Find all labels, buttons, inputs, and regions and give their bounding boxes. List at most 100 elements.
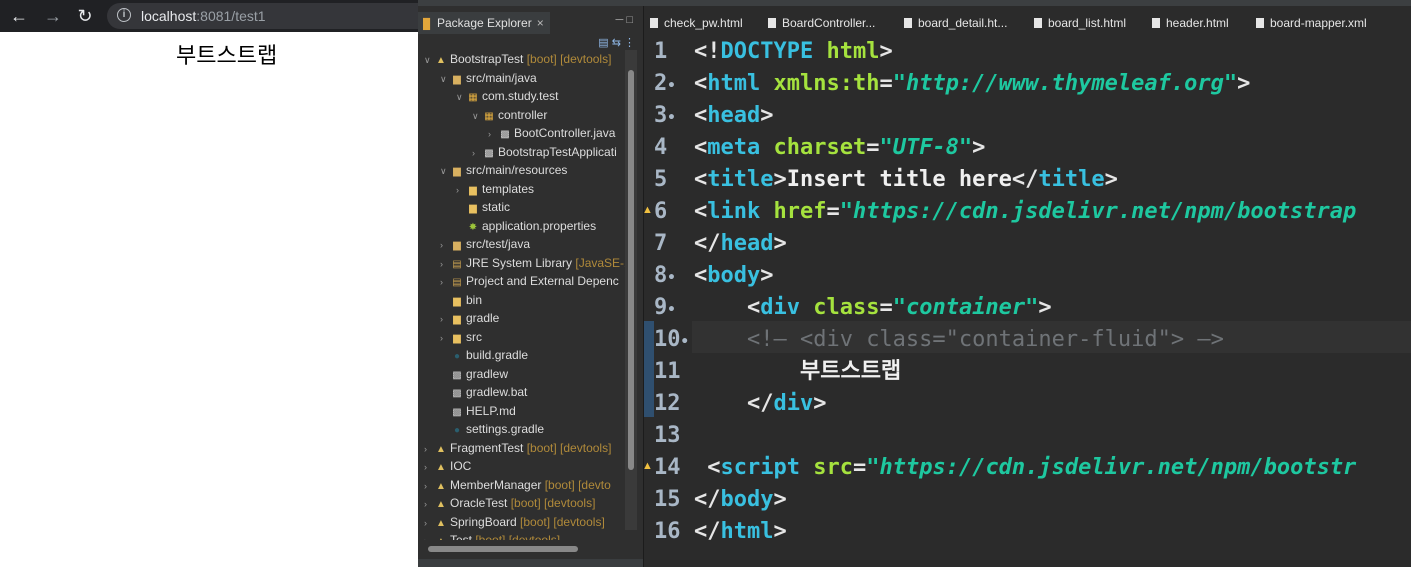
tree-item[interactable]: › ▆ gradle	[440, 309, 499, 327]
chevron-down-icon[interactable]: ∨	[456, 88, 466, 106]
file-icon	[1152, 18, 1160, 28]
chevron-right-icon[interactable]: ›	[424, 495, 434, 513]
code-line-5: <title>Insert title here</title>	[694, 167, 1118, 192]
tree-item[interactable]: › ▤ Project and External Depenc	[440, 272, 619, 290]
project-icon: ▲	[436, 55, 446, 66]
forward-arrow-icon[interactable]: →	[42, 5, 64, 27]
url-text: localhost:8081/test1	[141, 8, 266, 24]
bottom-panel-tab	[418, 559, 643, 567]
tab-board-list[interactable]: board_list.html	[1034, 14, 1126, 32]
tree-item[interactable]: ▆ bin	[440, 291, 482, 309]
chevron-right-icon[interactable]: ›	[424, 477, 434, 495]
chevron-right-icon[interactable]: ›	[440, 329, 450, 347]
chevron-right-icon[interactable]: ›	[472, 144, 482, 162]
tab-board-mapper[interactable]: board-mapper.xml	[1256, 14, 1367, 32]
chevron-right-icon[interactable]: ›	[440, 255, 450, 273]
line-number: 10•	[654, 327, 689, 352]
package-explorer-icon: █	[423, 19, 431, 30]
chevron-right-icon[interactable]: ›	[424, 514, 434, 532]
tree-item[interactable]: › ▤ JRE System Library [JavaSE-1	[440, 254, 626, 272]
tree-item-label: bin	[466, 292, 483, 307]
tab-check-pw[interactable]: check_pw.html	[650, 14, 743, 32]
folder-icon: ▆	[453, 295, 461, 307]
tree-item[interactable]: › ▲ MemberManager [boot] [devto	[424, 476, 611, 494]
file-icon	[650, 18, 658, 28]
tab-board-detail[interactable]: board_detail.ht...	[904, 14, 1007, 32]
warning-icon[interactable]: ▲	[644, 204, 654, 216]
tree-item[interactable]: ▩ gradlew.bat	[440, 383, 527, 401]
java-file-icon: ▩	[500, 129, 510, 140]
chevron-right-icon[interactable]: ›	[440, 310, 450, 328]
line-number: 14	[654, 455, 681, 480]
tree-item[interactable]: ∨ ▆ src/main/java	[440, 69, 537, 87]
folder-icon: ▆	[453, 332, 461, 344]
code-editor[interactable]: 1 2• 3• 4 5 6 7 8• 9• 10• 11 12 13 14 15…	[644, 36, 1411, 567]
tree-item[interactable]: › ▩ BootController.java	[488, 124, 615, 142]
tree-item[interactable]: ✸ application.properties	[456, 217, 596, 235]
tree-item-label: src	[466, 329, 482, 344]
package-explorer-tab[interactable]: █ Package Explorer ×	[418, 12, 550, 34]
tree-item-label: Test	[450, 533, 473, 540]
line-number: 15	[654, 487, 681, 512]
tree-item-label: application.properties	[482, 218, 597, 233]
page-heading: 부트스트랩	[176, 43, 278, 68]
tree-item[interactable]: ›▲Test [boot] [devtools]	[424, 531, 560, 540]
collapse-all-icon[interactable]: ▤ ⇆ ⋮	[598, 36, 635, 49]
tree-item[interactable]: ▩ gradlew	[440, 365, 508, 383]
tree-item[interactable]: ● settings.gradle	[440, 420, 544, 438]
info-icon[interactable]: i	[117, 8, 131, 22]
chevron-down-icon[interactable]: ∨	[440, 70, 450, 88]
line-number: 5	[654, 167, 668, 192]
chevron-right-icon[interactable]: ›	[440, 273, 450, 291]
minimize-maximize-icon[interactable]: ─ □	[616, 14, 634, 26]
tree-item-label: build.gradle	[466, 348, 529, 362]
tab-board-controller[interactable]: BoardController...	[768, 14, 875, 32]
tab-header[interactable]: header.html	[1152, 14, 1229, 32]
tree-item[interactable]: › ▲ IOC	[424, 457, 471, 475]
reload-icon[interactable]: ↻	[74, 5, 96, 27]
chevron-right-icon[interactable]: ›	[440, 236, 450, 254]
chevron-down-icon[interactable]: ∨	[440, 162, 450, 180]
chevron-down-icon[interactable]: ∨	[472, 107, 482, 125]
tree-item-decoration: [boot] [devtools]	[523, 440, 612, 455]
horizontal-scrollbar[interactable]	[428, 546, 578, 552]
vertical-scrollbar[interactable]	[625, 50, 637, 530]
tree-item[interactable]: ∨ ▦ com.study.test	[456, 87, 558, 105]
tree-item-decoration: [boot] [devtools]	[472, 533, 561, 540]
chevron-right-icon[interactable]: ›	[424, 532, 434, 540]
tree-item-label: gradlew	[466, 366, 509, 381]
chevron-down-icon[interactable]: ∨	[424, 51, 434, 69]
address-bar[interactable]: i localhost:8081/test1	[107, 3, 418, 29]
tree-item[interactable]: ∨ ▲ BootstrapTest [boot] [devtools]	[424, 50, 611, 68]
tree-item-label: gradle	[466, 311, 500, 325]
tree-item[interactable]: › ▲ OracleTest [boot] [devtools]	[424, 494, 595, 512]
chevron-right-icon[interactable]: ›	[424, 458, 434, 476]
close-icon[interactable]: ×	[537, 16, 544, 30]
source-folder-icon: ▆	[453, 240, 461, 251]
java-file-icon	[768, 18, 776, 28]
tree-item[interactable]: ▆ static	[456, 198, 510, 216]
tree-item[interactable]: › ▲ SpringBoard [boot] [devtools]	[424, 513, 605, 531]
tree-item[interactable]: ∨ ▆ src/main/resources	[440, 161, 567, 179]
code-line-9: <div class="container">	[746, 295, 1052, 320]
code-line-7: </head>	[694, 231, 787, 256]
folder-icon: ▆	[469, 203, 477, 214]
code-line-10: <!— <div class="container-fluid"> —>	[746, 327, 1224, 352]
tree-item-label: static	[482, 200, 511, 214]
back-arrow-icon[interactable]: ←	[8, 5, 30, 27]
tree-item[interactable]: ∨ ▦ controller	[472, 106, 547, 124]
tree-item[interactable]: › ▲ FragmentTest [boot] [devtools]	[424, 439, 611, 457]
tree-item[interactable]: ▩ HELP.md	[440, 402, 516, 420]
line-number: 13	[654, 423, 681, 448]
tree-item[interactable]: ● build.gradle	[440, 346, 528, 364]
tree-item[interactable]: › ▆ src/test/java	[440, 235, 530, 253]
package-icon: ▦	[468, 92, 478, 103]
tree-item[interactable]: › ▆ templates	[456, 180, 534, 198]
tree-item[interactable]: › ▆ src	[440, 328, 482, 346]
chevron-right-icon[interactable]: ›	[488, 125, 498, 143]
tree-item[interactable]: › ▩ BootstrapTestApplicati	[472, 143, 617, 161]
scroll-thumb[interactable]	[628, 70, 634, 470]
chevron-right-icon[interactable]: ›	[456, 181, 466, 199]
warning-icon[interactable]: ▲	[644, 460, 654, 472]
chevron-right-icon[interactable]: ›	[424, 440, 434, 458]
